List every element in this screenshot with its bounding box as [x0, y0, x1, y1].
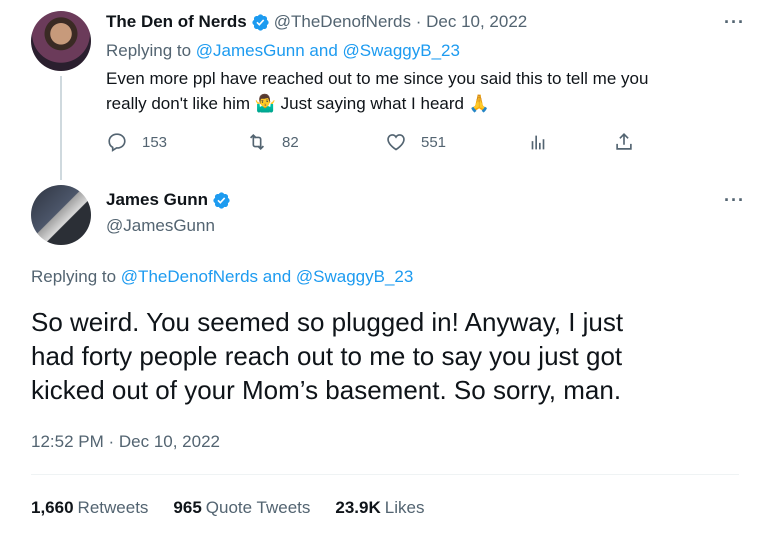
likes-label: Likes	[384, 498, 425, 517]
replying-prefix: Replying to	[106, 41, 192, 60]
tweet-text: So weird. You seemed so plugged in! Anyw…	[31, 305, 741, 407]
replying-prefix: Replying to	[31, 267, 117, 286]
likes-stat[interactable]: 23.9K Likes	[335, 498, 424, 518]
retweet-count: 82	[282, 133, 299, 151]
tweet-text-line: had forty people reach out to me to say …	[31, 341, 623, 371]
author-name[interactable]: James Gunn	[106, 190, 208, 210]
replying-mentions[interactable]: @JamesGunn and @SwaggyB_23	[196, 41, 460, 60]
tweet-text-line: Even more ppl have reached out to me sin…	[106, 69, 649, 88]
author-name[interactable]: The Den of Nerds	[106, 12, 247, 32]
verified-badge-icon	[251, 13, 270, 32]
reply-icon	[108, 133, 126, 152]
analytics-icon	[531, 135, 545, 150]
share-button[interactable]	[613, 131, 649, 153]
share-icon	[616, 133, 632, 150]
likes-count: 23.9K	[335, 498, 381, 517]
tweet-text-line: So weird. You seemed so plugged in! Anyw…	[31, 307, 624, 337]
replying-to: Replying to @JamesGunn and @SwaggyB_23	[106, 41, 460, 61]
heart-icon	[387, 134, 405, 151]
quote-tweets-count: 965	[173, 498, 202, 517]
thread-connector-line	[60, 76, 62, 180]
tweet1-header: The Den of Nerds @TheDenofNerds · Dec 10…	[106, 12, 527, 32]
author-handle[interactable]: @JamesGunn	[106, 216, 215, 236]
tweet2-header: James Gunn	[106, 190, 235, 210]
handle-and-date[interactable]: @TheDenofNerds · Dec 10, 2022	[274, 12, 528, 32]
tweet-actions: 153 82 551	[106, 131, 666, 157]
tweet-text-line: really don't like him 🤷‍♂️ Just saying w…	[106, 94, 490, 113]
more-options-icon[interactable]: ···	[724, 190, 745, 211]
retweets-label: Retweets	[77, 498, 149, 517]
retweet-button[interactable]: 82	[246, 131, 299, 153]
reply-button[interactable]: 153	[106, 131, 167, 153]
quote-tweets-label: Quote Tweets	[205, 498, 311, 517]
quote-tweets-stat[interactable]: 965 Quote Tweets	[173, 498, 310, 518]
retweets-count: 1,660	[31, 498, 74, 517]
replying-to: Replying to @TheDenofNerds and @SwaggyB_…	[31, 267, 413, 287]
replying-mentions[interactable]: @TheDenofNerds and @SwaggyB_23	[121, 267, 414, 286]
more-options-icon[interactable]: ···	[724, 12, 745, 33]
avatar[interactable]	[31, 185, 91, 245]
retweets-stat[interactable]: 1,660 Retweets	[31, 498, 148, 518]
verified-badge-icon	[212, 191, 231, 210]
tweet-timestamp[interactable]: 12:52 PM · Dec 10, 2022	[31, 432, 220, 452]
retweet-icon	[249, 133, 265, 151]
reply-count: 153	[142, 133, 168, 151]
like-button[interactable]: 551	[385, 131, 446, 153]
tweet-text: Even more ppl have reached out to me sin…	[106, 66, 736, 116]
engagement-stats: 1,660 Retweets 965 Quote Tweets 23.9K Likes	[31, 498, 449, 518]
tweet-text-line: kicked out of your Mom’s basement. So so…	[31, 375, 622, 405]
like-count: 551	[421, 133, 447, 151]
analytics-button[interactable]	[527, 131, 563, 153]
avatar[interactable]	[31, 11, 91, 71]
divider	[31, 474, 739, 475]
